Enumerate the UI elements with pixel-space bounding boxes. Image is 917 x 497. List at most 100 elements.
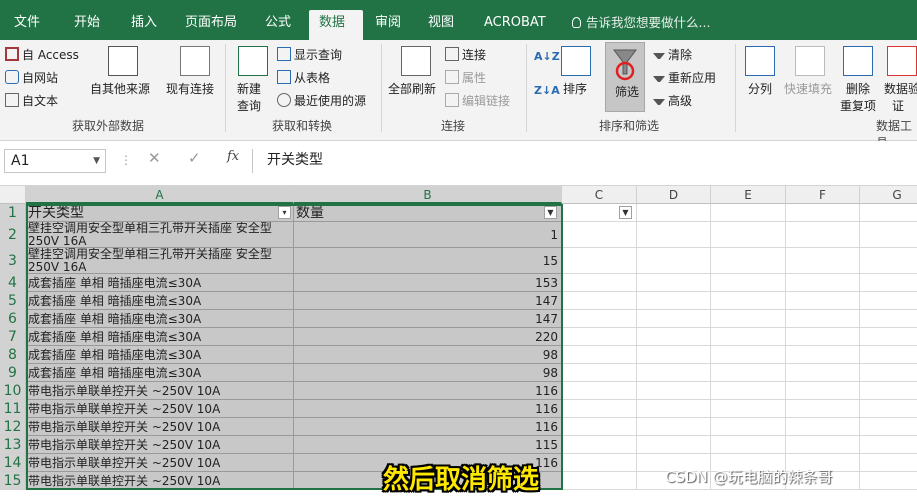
tab-insert[interactable]: 插入 [121, 10, 167, 40]
clear-filter-button[interactable]: 清除 [653, 46, 692, 63]
filter-dropdown-icon[interactable]: ▾ [278, 206, 291, 219]
empty-cell[interactable] [637, 248, 711, 274]
show-queries-button[interactable]: 显示查询 [277, 46, 342, 63]
row-header[interactable]: 5 [0, 292, 26, 310]
column-header-e[interactable]: E [711, 186, 786, 204]
empty-cell[interactable] [637, 346, 711, 364]
empty-cell[interactable] [562, 328, 637, 346]
cell-switch-type[interactable]: 壁挂空调用安全型单相三孔带开关插座 安全型 250V 16A [26, 222, 294, 248]
empty-cell[interactable] [711, 292, 786, 310]
filter-button[interactable]: 筛选 [605, 42, 645, 112]
connections-button[interactable]: 连接 [445, 46, 486, 63]
remove-duplicates-button[interactable]: 删除 重复项 [840, 80, 876, 114]
empty-cell[interactable] [637, 222, 711, 248]
header-cell-quantity[interactable]: 数量 ▼ [294, 204, 562, 222]
cell-switch-type[interactable]: 带电指示单联单控开关 ~250V 10A [26, 400, 294, 418]
empty-cell[interactable] [711, 310, 786, 328]
cell-quantity[interactable]: 1 [294, 222, 562, 248]
empty-cell[interactable] [860, 364, 917, 382]
column-header-a[interactable]: A [26, 186, 294, 204]
cell-switch-type[interactable]: 成套插座 单相 暗插座电流≤30A [26, 364, 294, 382]
empty-cell[interactable] [637, 382, 711, 400]
cell-switch-type[interactable]: 带电指示单联单控开关 ~250V 10A [26, 454, 294, 472]
cell-switch-type[interactable]: 壁挂空调用安全型单相三孔带开关插座 安全型 250V 16A [26, 248, 294, 274]
cell-quantity[interactable]: 116 [294, 418, 562, 436]
tab-page-layout[interactable]: 页面布局 [175, 10, 247, 40]
empty-cell[interactable] [562, 310, 637, 328]
empty-cell[interactable] [562, 454, 637, 472]
empty-cell[interactable] [637, 292, 711, 310]
empty-cell[interactable] [562, 222, 637, 248]
empty-cell[interactable] [562, 382, 637, 400]
empty-cell[interactable] [860, 418, 917, 436]
filter-dropdown-icon[interactable]: ▼ [619, 206, 632, 219]
row-header[interactable]: 10 [0, 382, 26, 400]
cell-switch-type[interactable]: 成套插座 单相 暗插座电流≤30A [26, 274, 294, 292]
from-access-button[interactable]: 自 Access [5, 46, 79, 63]
row-header[interactable]: 15 [0, 472, 26, 490]
empty-cell[interactable] [562, 292, 637, 310]
empty-cell[interactable] [711, 382, 786, 400]
empty-cell[interactable] [711, 204, 786, 222]
from-web-button[interactable]: 自网站 [5, 69, 58, 86]
empty-cell[interactable] [637, 328, 711, 346]
empty-cell[interactable] [786, 346, 860, 364]
empty-cell[interactable] [637, 418, 711, 436]
chevron-down-icon[interactable]: ▼ [93, 150, 100, 172]
tab-review[interactable]: 审阅 [365, 10, 411, 40]
cell-switch-type[interactable]: 成套插座 单相 暗插座电流≤30A [26, 346, 294, 364]
column-header-b[interactable]: B [294, 186, 562, 204]
empty-cell[interactable] [562, 436, 637, 454]
existing-connections-button[interactable]: 现有连接 [166, 80, 214, 97]
cell-quantity[interactable]: 115 [294, 436, 562, 454]
tell-me-box[interactable]: 告诉我您想要做什么... [572, 12, 710, 31]
empty-cell[interactable] [786, 310, 860, 328]
cell-quantity[interactable]: 153 [294, 274, 562, 292]
row-header[interactable]: 3 [0, 248, 26, 274]
empty-cell[interactable] [860, 274, 917, 292]
cell-quantity[interactable]: 116 [294, 382, 562, 400]
tab-data[interactable]: 数据 [309, 10, 363, 40]
empty-cell[interactable] [860, 204, 917, 222]
row-header[interactable]: 14 [0, 454, 26, 472]
advanced-filter-button[interactable]: 高级 [653, 92, 692, 109]
reapply-button[interactable]: 重新应用 [653, 69, 716, 86]
empty-cell[interactable] [786, 364, 860, 382]
row-header[interactable]: 12 [0, 418, 26, 436]
empty-cell[interactable] [786, 222, 860, 248]
column-header-f[interactable]: F [786, 186, 860, 204]
empty-cell[interactable] [786, 382, 860, 400]
empty-cell[interactable] [711, 400, 786, 418]
empty-cell[interactable] [711, 222, 786, 248]
row-header[interactable]: 1 [0, 204, 26, 222]
refresh-all-button[interactable]: 全部刷新 [388, 80, 436, 97]
sort-descending-icon[interactable]: Z↓A [534, 84, 560, 97]
column-header-d[interactable]: D [637, 186, 711, 204]
cell-switch-type[interactable]: 成套插座 单相 暗插座电流≤30A [26, 292, 294, 310]
empty-cell[interactable] [637, 436, 711, 454]
empty-cell[interactable] [711, 328, 786, 346]
empty-cell[interactable] [637, 204, 711, 222]
empty-cell[interactable] [711, 436, 786, 454]
empty-cell[interactable] [562, 364, 637, 382]
edit-links-button[interactable]: 编辑链接 [445, 92, 510, 109]
cell-switch-type[interactable]: 带电指示单联单控开关 ~250V 10A [26, 472, 294, 490]
row-header[interactable]: 6 [0, 310, 26, 328]
empty-cell[interactable] [786, 436, 860, 454]
empty-cell[interactable] [711, 418, 786, 436]
name-box[interactable]: A1 ▼ [4, 149, 106, 173]
empty-cell[interactable] [786, 292, 860, 310]
cell-quantity[interactable]: 15 [294, 248, 562, 274]
empty-cell[interactable] [562, 274, 637, 292]
cell-switch-type[interactable]: 成套插座 单相 暗插座电流≤30A [26, 310, 294, 328]
empty-cell[interactable] [562, 248, 637, 274]
sort-ascending-icon[interactable]: A↓Z [534, 50, 560, 63]
header-cell-switch-type[interactable]: 开关类型 ▾ [26, 204, 294, 222]
row-header[interactable]: 8 [0, 346, 26, 364]
filter-dropdown-icon[interactable]: ▼ [544, 206, 557, 219]
formula-input[interactable]: 开关类型 [252, 149, 917, 173]
empty-cell[interactable] [860, 454, 917, 472]
row-header[interactable]: 7 [0, 328, 26, 346]
empty-cell[interactable] [860, 292, 917, 310]
insert-function-icon[interactable]: fx [227, 149, 239, 164]
